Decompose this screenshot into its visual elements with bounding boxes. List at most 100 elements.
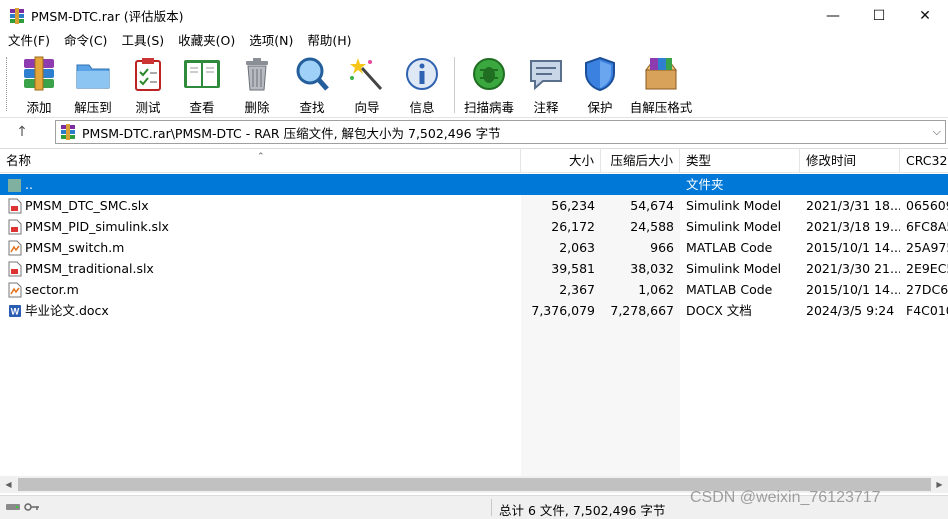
file-modified: 2024/3/5 9:24 (806, 303, 895, 318)
file-name: .. (25, 177, 33, 192)
minimize-button[interactable]: — (810, 0, 856, 31)
sfx-box-icon (641, 55, 681, 93)
file-name: PMSM_traditional.slx (25, 261, 154, 276)
column-name[interactable]: 名称 ⌃ (0, 149, 521, 173)
table-row[interactable]: .. 文件夹 (0, 174, 948, 195)
file-name: PMSM_DTC_SMC.slx (25, 198, 149, 213)
menu-tools[interactable]: 工具(S) (114, 31, 171, 51)
extract-folder-icon (73, 55, 113, 93)
file-crc: 2E9EC5 (906, 261, 948, 276)
wizard-button[interactable]: 向导 (340, 51, 394, 117)
file-type: Simulink Model (686, 261, 782, 276)
column-type[interactable]: 类型 (680, 149, 800, 173)
column-modified[interactable]: 修改时间 (800, 149, 900, 173)
extract-to-button[interactable]: 解压到 (64, 51, 122, 117)
view-button[interactable]: 查看 (174, 51, 230, 117)
slx-file-icon (8, 219, 22, 235)
status-divider (491, 499, 492, 516)
file-name: 毕业论文.docx (25, 303, 109, 318)
magnifier-icon (292, 55, 332, 93)
file-size: 7,376,079 (531, 303, 595, 318)
file-packed-size: 966 (650, 240, 674, 255)
info-label: 信息 (409, 100, 435, 115)
menu-help[interactable]: 帮助(H) (300, 31, 358, 51)
wizard-label: 向导 (354, 100, 380, 115)
winrar-app-icon[interactable] (9, 7, 25, 24)
file-size (521, 174, 601, 195)
scroll-left-icon[interactable]: ◀ (0, 476, 17, 493)
file-modified: 2021/3/30 21... (806, 261, 900, 276)
comment-bubble-icon (526, 55, 566, 93)
file-name-cell: PMSM_PID_simulink.slx (0, 216, 521, 237)
add-button[interactable]: 添加 (14, 51, 64, 117)
shield-icon (580, 55, 620, 93)
toolbar-separator (454, 57, 455, 113)
file-modified: 2015/10/1 14... (806, 282, 900, 297)
test-button[interactable]: 测试 (122, 51, 174, 117)
up-folder-button[interactable]: ↑ (8, 121, 36, 143)
menu-file[interactable]: 文件(F) (0, 31, 57, 51)
add-label: 添加 (26, 100, 52, 115)
file-size: 26,172 (551, 219, 595, 234)
virus-scan-label: 扫描病毒 (463, 100, 514, 115)
virus-scan-button[interactable]: 扫描病毒 (459, 51, 519, 117)
column-size[interactable]: 大小 (521, 149, 601, 173)
test-label: 测试 (135, 100, 161, 115)
info-button[interactable]: 信息 (394, 51, 450, 117)
path-dropdown-icon[interactable]: ⌵ (933, 125, 941, 139)
menu-bar: 文件(F) 命令(C) 工具(S) 收藏夹(O) 选项(N) 帮助(H) (0, 31, 948, 51)
toolbar-grip (6, 57, 9, 111)
table-row[interactable]: sector.m 2,367 1,062 MATLAB Code 2015/10… (0, 279, 948, 300)
menu-options[interactable]: 选项(N) (242, 31, 300, 51)
extract-to-label: 解压到 (74, 100, 112, 115)
table-row[interactable]: PMSM_switch.m 2,063 966 MATLAB Code 2015… (0, 237, 948, 258)
drive-icon (6, 501, 20, 515)
protect-button[interactable]: 保护 (573, 51, 627, 117)
delete-button[interactable]: 删除 (230, 51, 284, 117)
table-row[interactable]: W 毕业论文.docx 7,376,079 7,278,667 DOCX 文档 … (0, 300, 948, 321)
svg-text:W: W (11, 306, 20, 316)
file-type: MATLAB Code (686, 240, 773, 255)
file-modified: 2021/3/18 19... (806, 219, 900, 234)
view-book-icon (182, 55, 222, 93)
table-row[interactable]: PMSM_traditional.slx 39,581 38,032 Simul… (0, 258, 948, 279)
find-label: 查找 (299, 100, 325, 115)
file-crc (900, 174, 948, 195)
rar-archive-icon (60, 124, 76, 140)
file-crc: F4C010 (906, 303, 948, 318)
file-name-cell: PMSM_DTC_SMC.slx (0, 195, 521, 216)
file-type: 文件夹 (686, 177, 724, 192)
table-row[interactable]: PMSM_DTC_SMC.slx 56,234 54,674 Simulink … (0, 195, 948, 216)
menu-commands[interactable]: 命令(C) (57, 31, 114, 51)
file-name-cell: PMSM_switch.m (0, 237, 521, 258)
file-list: 名称 ⌃ 大小 压缩后大小 类型 修改时间 CRC32 .. 文件夹 PMSM_… (0, 148, 948, 476)
maximize-button[interactable]: ☐ (856, 0, 902, 31)
file-name: PMSM_switch.m (25, 240, 125, 255)
file-packed-size: 1,062 (638, 282, 674, 297)
file-size: 2,063 (559, 240, 595, 255)
file-type: MATLAB Code (686, 282, 773, 297)
file-packed-size: 7,278,667 (610, 303, 674, 318)
title-bar: PMSM-DTC.rar (评估版本) — ☐ ✕ (0, 0, 948, 31)
virus-bug-icon (469, 55, 509, 93)
watermark: CSDN @weixin_76123717 (690, 489, 881, 506)
find-button[interactable]: 查找 (284, 51, 340, 117)
column-packed-size[interactable]: 压缩后大小 (601, 149, 680, 173)
scroll-right-icon[interactable]: ▶ (931, 476, 948, 493)
column-crc32[interactable]: CRC32 (900, 149, 948, 173)
menu-favorites[interactable]: 收藏夹(O) (171, 31, 242, 51)
comment-label: 注释 (533, 100, 559, 115)
info-icon (402, 55, 442, 93)
file-type: Simulink Model (686, 219, 782, 234)
table-row[interactable]: PMSM_PID_simulink.slx 26,172 24,588 Simu… (0, 216, 948, 237)
file-packed-size: 38,032 (630, 261, 674, 276)
path-field[interactable]: PMSM-DTC.rar\PMSM-DTC - RAR 压缩文件, 解包大小为 … (55, 120, 946, 144)
folder-up-icon (8, 177, 22, 193)
sfx-button[interactable]: 自解压格式 (627, 51, 695, 117)
file-name-cell: .. (0, 174, 521, 195)
comment-button[interactable]: 注释 (519, 51, 573, 117)
file-modified: 2021/3/31 18... (806, 198, 900, 213)
close-button[interactable]: ✕ (902, 0, 948, 31)
file-packed-size (601, 174, 680, 195)
column-header: 名称 ⌃ 大小 压缩后大小 类型 修改时间 CRC32 (0, 149, 948, 173)
